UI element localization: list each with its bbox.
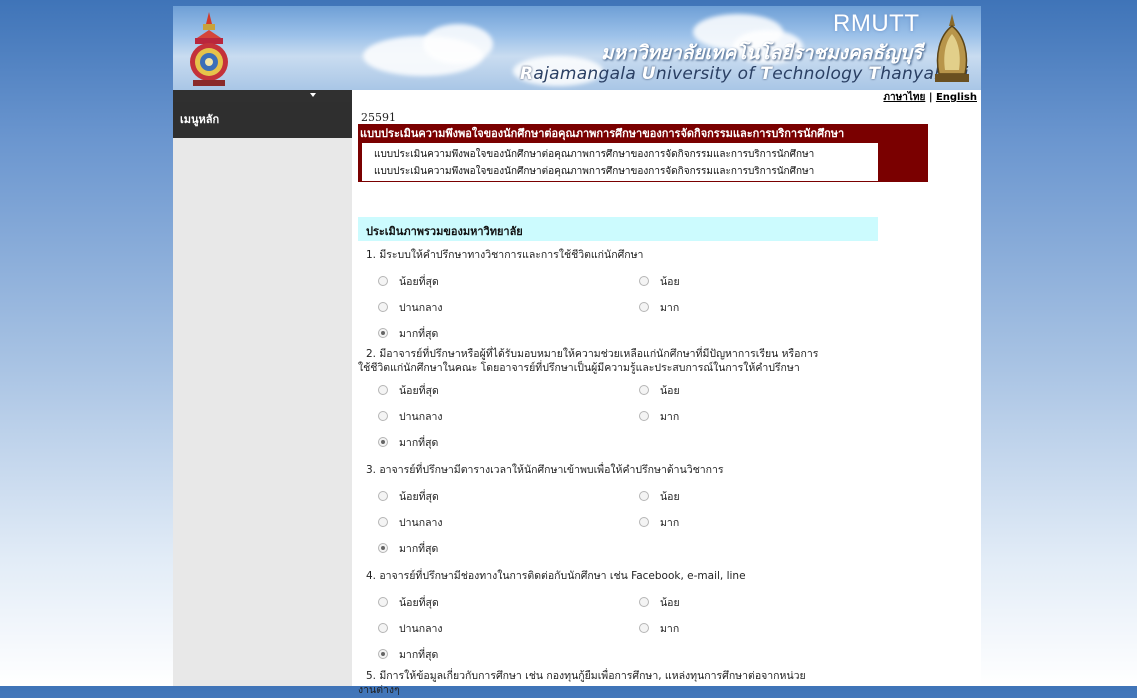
- short-name-text: RMUTT: [833, 10, 920, 37]
- radio-button[interactable]: [639, 385, 649, 395]
- radio-button[interactable]: [378, 411, 388, 421]
- option-little[interactable]: น้อย: [639, 382, 680, 399]
- radio-button[interactable]: [639, 491, 649, 501]
- radio-button[interactable]: [378, 623, 388, 633]
- lang-thai-link[interactable]: ภาษาไทย: [883, 92, 925, 103]
- section-header: ประเมินภาพรวมของมหาวิทยาลัย: [358, 217, 878, 241]
- option-little[interactable]: น้อย: [639, 488, 680, 505]
- option-much[interactable]: มาก: [639, 408, 679, 425]
- category-link[interactable]: แบบประเมินความพึงพอใจของนักศึกษาต่อคุณภา…: [374, 147, 814, 162]
- language-switcher: ภาษาไทย | English: [883, 90, 977, 105]
- radio-button[interactable]: [378, 302, 388, 312]
- radio-button-selected[interactable]: [378, 649, 388, 659]
- radio-button[interactable]: [378, 276, 388, 286]
- option-little[interactable]: น้อย: [639, 594, 680, 611]
- radio-button-selected[interactable]: [378, 328, 388, 338]
- radio-button[interactable]: [639, 517, 649, 527]
- option-moderate[interactable]: ปานกลาง: [378, 514, 443, 531]
- chevron-down-icon[interactable]: [310, 93, 316, 97]
- question-3: 3. อาจารย์ที่ปรึกษามีตารางเวลาให้นักศึกษ…: [366, 464, 724, 476]
- sidebar: เมนูหลัก: [173, 102, 352, 686]
- lang-english-link[interactable]: English: [936, 92, 977, 103]
- option-moderate[interactable]: ปานกลาง: [378, 408, 443, 425]
- question-4: 4. อาจารย์ที่ปรึกษามีช่องทางในการติดต่อก…: [366, 570, 746, 582]
- option-most[interactable]: มากที่สุด: [378, 325, 438, 342]
- section-title: ประเมินภาพรวมของมหาวิทยาลัย: [366, 225, 523, 238]
- option-much[interactable]: มาก: [639, 620, 679, 637]
- category-link[interactable]: แบบประเมินความพึงพอใจของนักศึกษาต่อคุณภา…: [374, 164, 814, 179]
- category-title: แบบประเมินความพึงพอใจของนักศึกษาต่อคุณภา…: [360, 127, 845, 140]
- header-banner: RMUTT มหาวิทยาลัยเทคโนโลยีราชมงคลธัญบุรี…: [173, 6, 981, 90]
- option-least[interactable]: น้อยที่สุด: [378, 488, 439, 505]
- radio-button[interactable]: [378, 597, 388, 607]
- option-most[interactable]: มากที่สุด: [378, 434, 438, 451]
- menu-toggle-bar[interactable]: [173, 90, 352, 102]
- university-crest-icon: [935, 14, 969, 82]
- page-container: RMUTT มหาวิทยาลัยเทคโนโลยีราชมงคลธัญบุรี…: [173, 6, 981, 696]
- option-least[interactable]: น้อยที่สุด: [378, 382, 439, 399]
- sidebar-main-menu[interactable]: เมนูหลัก: [173, 102, 352, 138]
- option-little[interactable]: น้อย: [639, 273, 680, 290]
- radio-button-selected[interactable]: [378, 543, 388, 553]
- university-emblem-icon: [190, 12, 228, 86]
- sidebar-title: เมนูหลัก: [180, 113, 220, 126]
- radio-button[interactable]: [639, 411, 649, 421]
- option-moderate[interactable]: ปานกลาง: [378, 620, 443, 637]
- option-least[interactable]: น้อยที่สุด: [378, 273, 439, 290]
- option-much[interactable]: มาก: [639, 514, 679, 531]
- english-university-name: Rajamangala University of Technology Tha…: [520, 64, 969, 84]
- option-most[interactable]: มากที่สุด: [378, 540, 438, 557]
- option-least[interactable]: น้อยที่สุด: [378, 594, 439, 611]
- radio-button[interactable]: [639, 623, 649, 633]
- option-much[interactable]: มาก: [639, 299, 679, 316]
- question-1: 1. มีระบบให้คำปรึกษาทางวิชาการและการใช้ช…: [366, 249, 644, 261]
- question-5: 5. มีการให้ข้อมูลเกี่ยวกับการศึกษา เช่น …: [366, 670, 806, 682]
- radio-button[interactable]: [378, 491, 388, 501]
- radio-button[interactable]: [639, 276, 649, 286]
- question-5-cont: งานต่างๆ: [358, 684, 400, 696]
- question-2-cont: ใช้ชีวิตแก่นักศึกษาในคณะ โดยอาจารย์ที่ปร…: [358, 362, 800, 374]
- category-list: แบบประเมินความพึงพอใจของนักศึกษาต่อคุณภา…: [362, 143, 878, 181]
- option-most[interactable]: มากที่สุด: [378, 646, 438, 663]
- lang-separator: |: [928, 92, 933, 103]
- radio-button[interactable]: [639, 302, 649, 312]
- radio-button-selected[interactable]: [378, 437, 388, 447]
- option-moderate[interactable]: ปานกลาง: [378, 299, 443, 316]
- form-code: 25591: [361, 111, 396, 124]
- radio-button[interactable]: [639, 597, 649, 607]
- category-box: แบบประเมินความพึงพอใจของนักศึกษาต่อคุณภา…: [358, 124, 928, 182]
- radio-button[interactable]: [378, 517, 388, 527]
- radio-button[interactable]: [378, 385, 388, 395]
